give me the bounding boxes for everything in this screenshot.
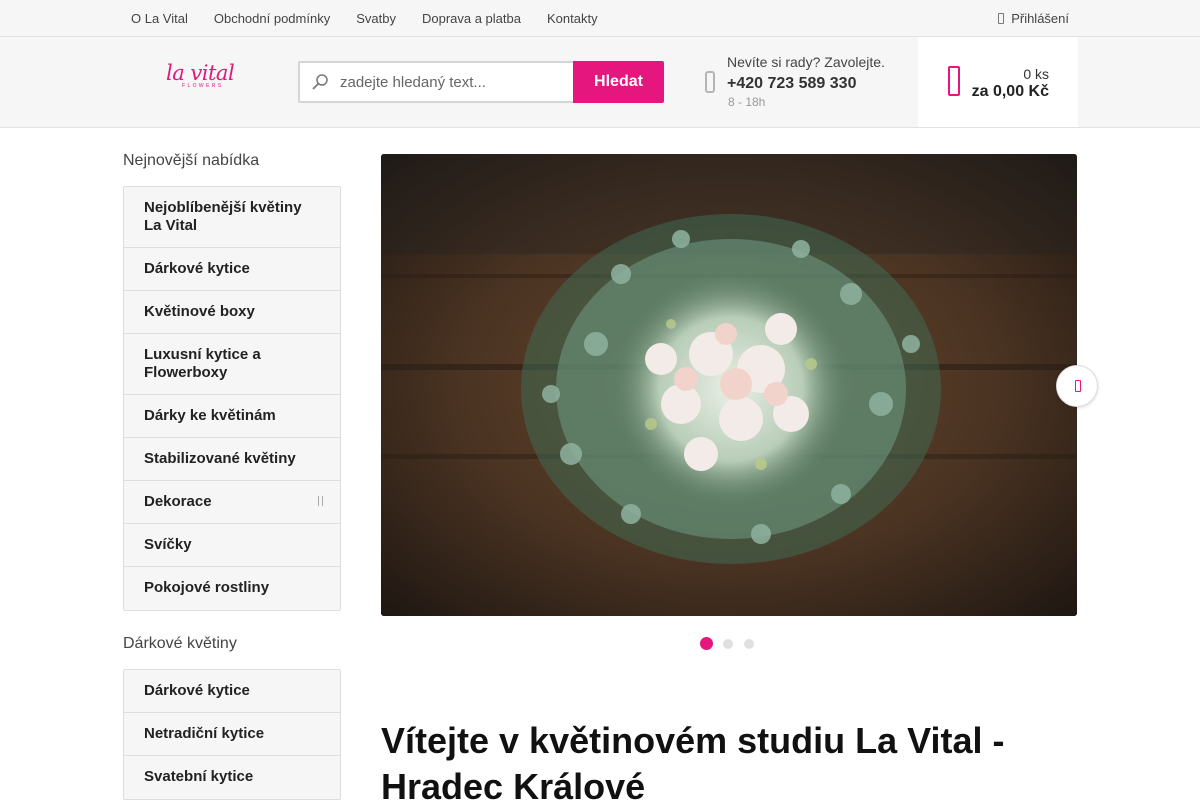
user-icon [998,12,1005,24]
search-icon [312,74,328,90]
slider-dot-1[interactable] [700,637,713,650]
phone-question: Nevíte si rady? Zavolejte. [727,54,885,70]
page-title: Vítejte v květinovém studiu La Vital - H… [381,720,1005,807]
sidebar-item-darky-ke-kvetinam[interactable]: Dárky ke květinám [124,395,340,438]
login-label: Přihlášení [1011,10,1069,26]
sidebar-item-nejoblibenejsi-kvetiny[interactable]: Nejoblíbenější květiny La Vital [124,187,340,248]
search-button[interactable]: Hledat [573,61,664,103]
slider-next-button[interactable] [1056,365,1098,407]
phone-contact: Nevíte si rady? Zavolejte. +420 723 589 … [705,53,915,113]
cart-button[interactable]: 0 ks za 0,00 Kč [918,37,1078,127]
logo-text: la vital [166,61,235,85]
search-input[interactable] [340,63,565,101]
slider-dot-3[interactable] [744,638,754,649]
sidebar-item-label: Dekorace [144,493,212,510]
sidebar-item-dekorace[interactable]: Dekorace [124,481,340,524]
slider-pagination [700,637,755,650]
sidebar-menu-gifts: Dárkové kytice Netradiční kytice Svatebn… [123,669,341,800]
sidebar-item-pokojove-rostliny[interactable]: Pokojové rostliny [124,567,340,610]
cart-icon [948,66,960,96]
hero-slider[interactable] [381,154,1077,616]
phone-number[interactable]: +420 723 589 330 [727,75,856,93]
cart-price: za 0,00 Kč [971,83,1049,100]
phone-hours: 8 - 18h [728,95,766,109]
logo[interactable]: la vital FLOWERS [166,61,238,101]
sidebar-item-stabilizovane-kvetiny[interactable]: Stabilizované květiny [124,438,340,481]
sidebar-item-darkove-kytice[interactable]: Dárkové kytice [124,248,340,291]
cart-quantity: 0 ks [1023,66,1049,82]
sidebar-item-svicky[interactable]: Svíčky [124,524,340,567]
sidebar-section-title: Nejnovější nabídka [123,152,260,169]
login-link[interactable]: Přihlášení [998,0,1069,36]
sidebar-item-darkove-kytice-2[interactable]: Dárkové kytice [124,670,340,713]
header: la vital FLOWERS Hledat Nevíte si rady? … [0,37,1200,128]
top-link-doprava-a-platba[interactable]: Doprava a platba [409,11,534,26]
sidebar-menu: Nejoblíbenější květiny La Vital Dárkové … [123,186,341,611]
top-link-o-la-vital[interactable]: O La Vital [118,11,201,26]
top-link-obchodni-podminky[interactable]: Obchodní podmínky [201,11,343,26]
search-form: Hledat [298,61,664,103]
top-navigation: O La Vital Obchodní podmínky Svatby Dopr… [118,0,611,36]
sidebar-item-netradicni-kytice[interactable]: Netradiční kytice [124,713,340,756]
chevron-right-icon [1075,380,1081,392]
sidebar-item-svatebni-kytice[interactable]: Svatební kytice [124,756,340,799]
top-link-svatby[interactable]: Svatby [343,11,409,26]
sidebar-item-kvetinove-boxy[interactable]: Květinové boxy [124,291,340,334]
sidebar: Nejnovější nabídka Nejoblíbenější květin… [123,150,341,800]
bouquet-image [381,154,1077,616]
chevron-right-icon [318,496,323,506]
sidebar-section-title: Dárkové květiny [123,635,237,652]
slider-dot-2[interactable] [723,638,733,649]
sidebar-item-luxusni-kytice[interactable]: Luxusní kytice a Flowerboxy [124,334,340,395]
search-field [298,61,573,103]
phone-icon [705,71,715,93]
top-bar: O La Vital Obchodní podmínky Svatby Dopr… [0,0,1200,37]
top-link-kontakty[interactable]: Kontakty [534,11,611,26]
